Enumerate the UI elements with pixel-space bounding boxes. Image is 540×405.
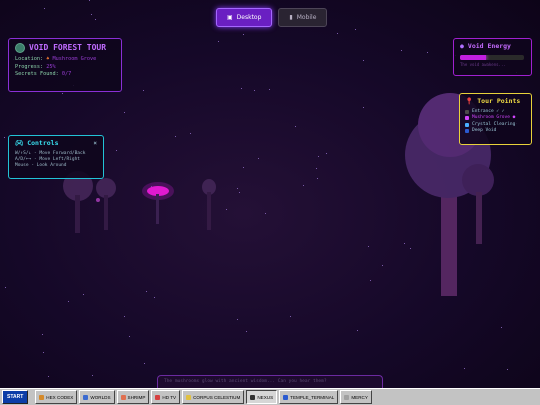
energy-bar-fill xyxy=(460,54,486,60)
close-icon[interactable]: × xyxy=(93,140,97,148)
pin-icon: 📍︎ xyxy=(465,97,474,105)
glowing-mushroom xyxy=(142,182,174,224)
tour-points-list: Entrance ✓ ✓ Mushroom Grove ● Crystal Clea… xyxy=(465,109,526,135)
tour-point-icon xyxy=(465,116,469,121)
taskbar-button[interactable]: MERCY xyxy=(340,390,372,404)
gamepad-icon: 🎮︎ xyxy=(15,139,24,147)
globe-icon xyxy=(15,43,25,53)
narration-text: The mushrooms glow with ancient wisdom..… xyxy=(164,379,327,384)
taskbar-button-label: WORLDS xyxy=(90,394,111,400)
tour-info-panel: VOID FOREST TOUR Location: ♠ Mushroom Gr… xyxy=(8,38,122,92)
taskbar-app-icon xyxy=(120,394,126,400)
location-row: Location: ♠ Mushroom Grove xyxy=(15,56,115,64)
desktop-mode-label: Desktop xyxy=(236,14,262,21)
taskbar-button[interactable]: HD TV xyxy=(151,390,181,404)
mushroom-small xyxy=(202,179,216,230)
tour-point-label: Deep Void xyxy=(472,128,497,133)
points-title: Tour Points xyxy=(477,97,521,105)
secrets-label: Secrets Found: xyxy=(15,71,59,77)
tour-points-panel: 📍︎ Tour Points Entrance ✓ ✓ Mushroom Grov… xyxy=(459,93,532,145)
taskbar-app-icon xyxy=(39,394,45,400)
controls-title: Controls xyxy=(27,139,59,147)
taskbar-button-label: TEMPLE_TERMINAL xyxy=(290,394,335,400)
taskbar-button[interactable]: NEXUS xyxy=(246,390,278,404)
taskbar-button-label: SHRIMP xyxy=(127,394,146,400)
energy-title: Void Energy xyxy=(467,42,511,50)
energy-bar xyxy=(460,54,524,60)
taskbar-app-icon xyxy=(186,394,192,400)
controls-panel: 🎮︎ Controls × W/↑S/↓ - Move Forward/Back… xyxy=(8,135,104,179)
secrets-row: Secrets Found: 0/7 xyxy=(15,71,115,79)
controls-title-row: 🎮︎ Controls xyxy=(15,139,59,148)
tour-point-item[interactable]: Deep Void xyxy=(465,128,526,135)
taskbar-button-label: HD TV xyxy=(162,394,177,400)
taskbar-app-icon xyxy=(155,394,161,400)
taskbar-app-icon xyxy=(250,394,256,400)
taskbar-app-icon xyxy=(83,394,89,400)
phone-icon: ▮ xyxy=(289,14,293,21)
points-title-row: 📍︎ Tour Points xyxy=(465,97,526,106)
taskbar-button[interactable]: HEX CODEX xyxy=(35,390,78,404)
mushroom-icon: ♠ xyxy=(46,56,50,62)
taskbar-button[interactable]: TEMPLE_TERMINAL xyxy=(279,390,339,404)
progress-label: Progress: xyxy=(15,63,44,70)
taskbar: START HEX CODEX WORLDS SHRIMP HD TV CORPUS C… xyxy=(0,388,540,405)
tour-title-row: VOID FOREST TOUR xyxy=(15,43,115,53)
tour-point-icon xyxy=(465,109,469,114)
taskbar-button-label: NEXUS xyxy=(257,394,274,400)
tour-point-icon xyxy=(465,129,469,134)
mobile-mode-label: Mobile xyxy=(296,14,317,21)
mobile-mode-button[interactable]: ▮ Mobile xyxy=(278,8,328,27)
start-button[interactable]: START xyxy=(2,390,29,404)
controls-header: 🎮︎ Controls × xyxy=(15,139,97,148)
desktop-mode-button[interactable]: ▣ Desktop xyxy=(216,8,273,27)
taskbar-button-label: CORPUS CELESTIUM xyxy=(193,394,241,400)
view-mode-toggle: ▣ Desktop ▮ Mobile xyxy=(216,8,328,27)
taskbar-button[interactable]: CORPUS CELESTIUM xyxy=(182,390,245,404)
start-label: START xyxy=(7,394,24,400)
location-label: Location: xyxy=(15,56,44,62)
secrets-value: 0/7 xyxy=(61,71,72,77)
taskbar-button[interactable]: WORLDS xyxy=(79,390,115,404)
tour-point-icon xyxy=(465,122,469,127)
taskbar-button-label: HEX CODEX xyxy=(46,394,74,400)
small-tree-left xyxy=(63,171,116,233)
monitor-icon: ▣ xyxy=(227,14,233,21)
taskbar-app-icon xyxy=(283,394,289,400)
taskbar-buttons: HEX CODEX WORLDS SHRIMP HD TV CORPUS CELESTI… xyxy=(35,390,372,404)
taskbar-button[interactable]: SHRIMP xyxy=(116,390,150,404)
control-line: W/↑S/↓ - Move Forward/Back xyxy=(15,150,86,156)
taskbar-app-icon xyxy=(344,394,350,400)
tour-title: VOID FOREST TOUR xyxy=(29,43,107,53)
void-energy-panel: ● Void Energy The void awakens... xyxy=(453,38,532,76)
progress-row: Progress: 25% xyxy=(15,64,115,72)
progress-value: 25% xyxy=(46,63,56,70)
taskbar-button-label: MERCY xyxy=(351,394,368,400)
crystal-ball-icon: ● xyxy=(460,42,464,50)
energy-note: The void awakens... xyxy=(460,61,506,67)
control-line: Mouse - Look Around xyxy=(15,162,67,168)
energy-title-row: ● Void Energy xyxy=(460,42,525,51)
narration-dialog: The mushrooms glow with ancient wisdom..… xyxy=(157,375,383,389)
location-value: Mushroom Grove xyxy=(52,56,97,62)
